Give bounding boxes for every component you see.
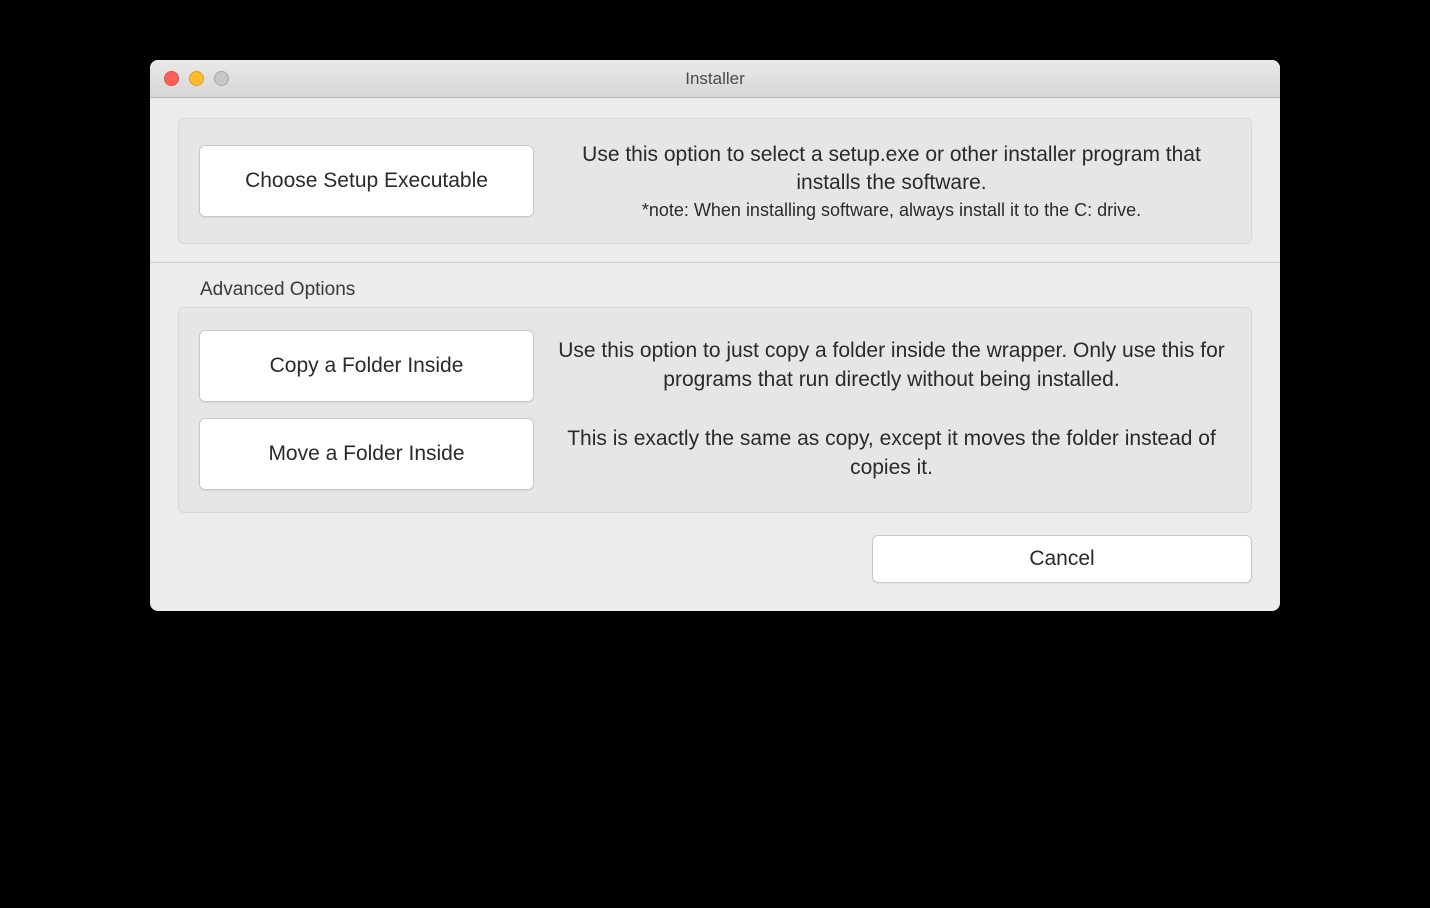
copy-row: Copy a Folder Inside Use this option to … <box>199 322 1231 410</box>
choose-setup-executable-button[interactable]: Choose Setup Executable <box>199 145 534 217</box>
cancel-button[interactable]: Cancel <box>872 535 1252 583</box>
copy-folder-label: Copy a Folder Inside <box>270 354 464 378</box>
advanced-options-label: Advanced Options <box>200 279 1252 301</box>
copy-folder-button[interactable]: Copy a Folder Inside <box>199 330 534 402</box>
content-area: Choose Setup Executable Use this option … <box>150 98 1280 611</box>
minimize-icon[interactable] <box>189 71 204 86</box>
window-title: Installer <box>150 69 1280 89</box>
move-folder-label: Move a Folder Inside <box>268 442 464 466</box>
copy-description: Use this option to just copy a folder in… <box>552 337 1231 394</box>
titlebar: Installer <box>150 60 1280 98</box>
choose-note-text: *note: When installing software, always … <box>552 200 1231 221</box>
traffic-lights <box>150 71 229 86</box>
main-panel: Choose Setup Executable Use this option … <box>178 118 1252 244</box>
maximize-icon <box>214 71 229 86</box>
footer: Cancel <box>178 535 1252 583</box>
move-folder-button[interactable]: Move a Folder Inside <box>199 418 534 490</box>
move-row: Move a Folder Inside This is exactly the… <box>199 410 1231 498</box>
advanced-panel: Copy a Folder Inside Use this option to … <box>178 307 1252 513</box>
choose-description-text: Use this option to select a setup.exe or… <box>552 141 1231 198</box>
move-description: This is exactly the same as copy, except… <box>552 425 1231 482</box>
installer-window: Installer Choose Setup Executable Use th… <box>150 60 1280 611</box>
choose-description: Use this option to select a setup.exe or… <box>552 141 1231 221</box>
close-icon[interactable] <box>164 71 179 86</box>
cancel-label: Cancel <box>1029 547 1094 571</box>
choose-setup-executable-label: Choose Setup Executable <box>245 169 488 193</box>
divider <box>150 262 1280 263</box>
